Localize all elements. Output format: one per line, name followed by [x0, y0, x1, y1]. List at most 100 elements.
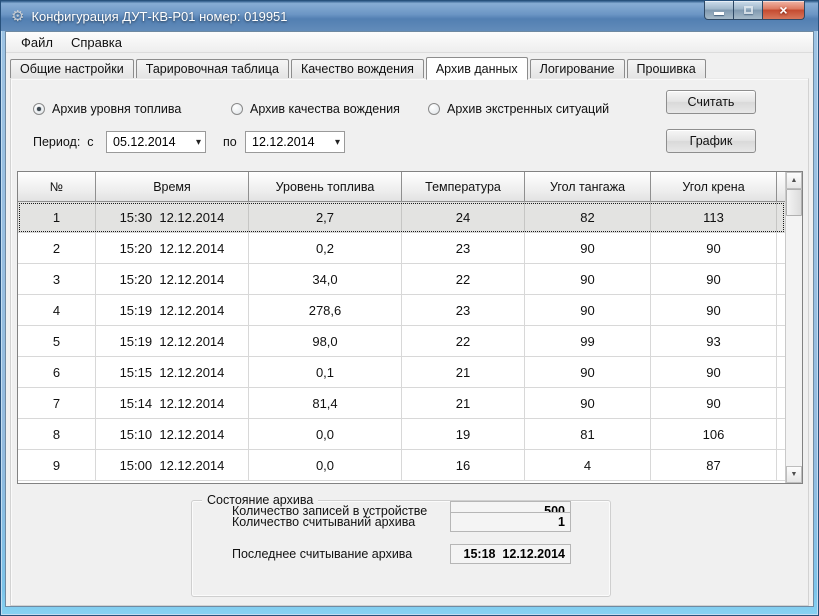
- table-cell-filler: [777, 388, 785, 418]
- table-cell: 81,4: [249, 388, 402, 418]
- table-cell: 0,0: [249, 450, 402, 480]
- chevron-down-icon: ▾: [335, 137, 340, 148]
- table-cell-filler: [777, 357, 785, 387]
- tab-item[interactable]: Прошивка: [627, 59, 706, 79]
- menu-item[interactable]: Файл: [12, 33, 62, 52]
- table-cell: 3: [18, 264, 96, 294]
- table-cell: 90: [525, 233, 651, 263]
- period-to-label: по: [223, 135, 237, 149]
- table-cell: 15:15 12.12.2014: [96, 357, 249, 387]
- close-button[interactable]: ×: [762, 1, 805, 20]
- chevron-down-icon: ▾: [196, 137, 201, 148]
- table-cell: 90: [525, 295, 651, 325]
- period-from-select[interactable]: 05.12.2014 ▾: [106, 131, 206, 153]
- minimize-icon: [714, 12, 724, 15]
- triangle-up-icon: ▲: [791, 177, 798, 184]
- period-to-value: 12.12.2014: [252, 135, 335, 149]
- table-row[interactable]: 815:10 12.12.20140,01981106: [18, 419, 785, 450]
- period-to-select[interactable]: 12.12.2014 ▾: [245, 131, 345, 153]
- column-header[interactable]: Угол тангажа: [525, 172, 651, 201]
- caption-buttons: ×: [704, 1, 805, 20]
- table-row[interactable]: 915:00 12.12.20140,016487: [18, 450, 785, 481]
- radio-option[interactable]: Архив качества вождения: [231, 101, 400, 117]
- table-cell: 9: [18, 450, 96, 480]
- graph-button[interactable]: График: [666, 129, 756, 153]
- tab-item[interactable]: Качество вождения: [291, 59, 424, 79]
- status-label: Последнее считывание архива: [232, 547, 412, 561]
- column-header[interactable]: Время: [96, 172, 249, 201]
- column-header[interactable]: Угол крена: [651, 172, 777, 201]
- table-row[interactable]: 215:20 12.12.20140,2239090: [18, 233, 785, 264]
- table-cell: 113: [651, 202, 777, 232]
- table-cell: 0,2: [249, 233, 402, 263]
- title-bar[interactable]: ⚙ Конфигурация ДУТ-КВ-Р01 номер: 019951 …: [1, 1, 818, 31]
- table-row[interactable]: 415:19 12.12.2014278,6239090: [18, 295, 785, 326]
- table-cell: 2: [18, 233, 96, 263]
- radio-option[interactable]: Архив уровня топлива: [33, 101, 181, 117]
- table-cell: 90: [651, 357, 777, 387]
- table-cell: 8: [18, 419, 96, 449]
- table-cell-filler: [777, 450, 785, 480]
- status-label: Количество считываний архива: [232, 515, 415, 529]
- scroll-up-button[interactable]: ▲: [786, 172, 802, 189]
- table-cell: 93: [651, 326, 777, 356]
- table-cell: 0,1: [249, 357, 402, 387]
- tab-item[interactable]: Логирование: [530, 59, 625, 79]
- table-cell-filler: [777, 202, 785, 232]
- table-cell-filler: [777, 326, 785, 356]
- table-cell: 15:30 12.12.2014: [96, 202, 249, 232]
- radio-icon: [33, 103, 45, 115]
- window-title: Конфигурация ДУТ-КВ-Р01 номер: 019951: [31, 9, 287, 24]
- status-value-field: 15:18 12.12.2014: [450, 544, 571, 564]
- radio-icon: [231, 103, 243, 115]
- table-cell: 1: [18, 202, 96, 232]
- table-cell: 81: [525, 419, 651, 449]
- archive-status-groupbox: Состояние архива Количество записей в ус…: [191, 500, 611, 597]
- table-cell: 5: [18, 326, 96, 356]
- maximize-icon: [744, 6, 753, 14]
- column-header[interactable]: Уровень топлива: [249, 172, 402, 201]
- gear-icon: ⚙: [11, 7, 24, 25]
- table-cell: 4: [525, 450, 651, 480]
- table-cell: 15:00 12.12.2014: [96, 450, 249, 480]
- menu-item[interactable]: Справка: [62, 33, 131, 52]
- table-scrollbar[interactable]: ▲ ▼: [785, 172, 802, 483]
- app-window: ⚙ Конфигурация ДУТ-КВ-Р01 номер: 019951 …: [0, 0, 819, 616]
- table-cell: 90: [651, 233, 777, 263]
- table-cell: 4: [18, 295, 96, 325]
- table-row[interactable]: 115:30 12.12.20142,72482113: [18, 202, 785, 233]
- status-row: Последнее считывание архива 15:18 12.12.2…: [192, 544, 610, 564]
- table-cell-filler: [777, 233, 785, 263]
- table-body: 115:30 12.12.20142,72482113215:20 12.12.…: [18, 202, 785, 481]
- table-cell: 98,0: [249, 326, 402, 356]
- tab-item[interactable]: Общие настройки: [10, 59, 134, 79]
- period-label: Период: с: [33, 135, 94, 149]
- radio-option[interactable]: Архив экстренных ситуаций: [428, 101, 609, 117]
- table-cell: 15:20 12.12.2014: [96, 233, 249, 263]
- tab-item[interactable]: Тарировочная таблица: [136, 59, 289, 79]
- table-row[interactable]: 715:14 12.12.201481,4219090: [18, 388, 785, 419]
- tab-item[interactable]: Архив данных: [426, 57, 528, 80]
- maximize-button[interactable]: [734, 1, 762, 20]
- radio-label: Архив качества вождения: [250, 102, 400, 116]
- column-header[interactable]: Температура: [402, 172, 525, 201]
- table-row[interactable]: 615:15 12.12.20140,1219090: [18, 357, 785, 388]
- minimize-button[interactable]: [704, 1, 734, 20]
- radio-label: Архив экстренных ситуаций: [447, 102, 609, 116]
- table-cell: 23: [402, 233, 525, 263]
- table-cell: 19: [402, 419, 525, 449]
- table-cell: 87: [651, 450, 777, 480]
- table-row[interactable]: 515:19 12.12.201498,0229993: [18, 326, 785, 357]
- table-cell: 21: [402, 388, 525, 418]
- period-from-value: 05.12.2014: [113, 135, 196, 149]
- status-row: Количество считываний архива1: [192, 512, 610, 532]
- table-cell: 15:14 12.12.2014: [96, 388, 249, 418]
- table-cell: 90: [651, 388, 777, 418]
- table-cell: 24: [402, 202, 525, 232]
- scroll-down-button[interactable]: ▼: [786, 466, 802, 483]
- table-row[interactable]: 315:20 12.12.201434,0229090: [18, 264, 785, 295]
- scroll-thumb[interactable]: [786, 189, 802, 216]
- read-button[interactable]: Считать: [666, 90, 756, 114]
- table-cell: 15:10 12.12.2014: [96, 419, 249, 449]
- column-header[interactable]: №: [18, 172, 96, 201]
